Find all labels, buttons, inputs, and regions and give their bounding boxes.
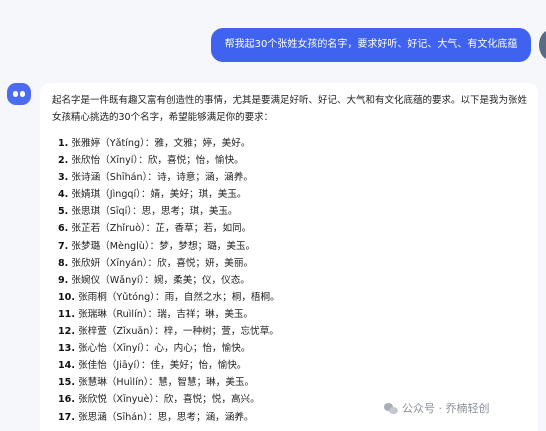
name-list-item: 8. 张欣妍（Xīnyán）：欣，喜悦；妍，美丽。 xyxy=(58,255,280,272)
name-list-number: 16. xyxy=(58,394,75,406)
name-list-number: 8. xyxy=(58,257,69,269)
name-list-number: 6. xyxy=(58,223,69,235)
user-avatar[interactable] xyxy=(539,30,546,60)
name-list-number: 1. xyxy=(58,138,69,149)
name-list-number: 14. xyxy=(58,360,75,372)
name-list-item: 3. 张诗涵（Shīhán）：诗，诗意；涵，涵养。 xyxy=(58,169,280,186)
name-list-item: 6. 张芷若（Zhǐruò）：芷，香草；若，如同。 xyxy=(58,220,280,237)
name-list-number: 9. xyxy=(58,274,69,286)
name-list-text: 张欣悦（Xīnyuè）：欣，喜悦；悦，高兴。 xyxy=(78,394,260,406)
chat-page: 帮我起30个张姓女孩的名字，要求好听、好记、大气、有文化底蕴 起名字是一件既有趣… xyxy=(0,0,546,431)
name-list-number: 17. xyxy=(58,411,75,423)
bot-eye-left xyxy=(13,91,18,97)
name-list-item: 11. 张瑞琳（Ruìlín）：瑞，吉祥；琳，美玉。 xyxy=(58,306,280,323)
watermark: 公众号 · 乔楠轻创 xyxy=(384,400,490,418)
name-list-item: 15. 张慧琳（Huìlín）：慧，智慧；琳，美玉。 xyxy=(58,374,280,391)
name-list-text: 张芷若（Zhǐruò）：芷，香草；若，如同。 xyxy=(71,223,252,235)
name-list-text: 张婉仪（Wǎnyí）：婉，柔美；仪，仪态。 xyxy=(71,274,250,286)
name-list-text: 张慧琳（Huìlín）：慧，智慧；琳，美玉。 xyxy=(78,377,255,389)
name-list-item: 4. 张婧琪（Jìngqí）：婧，美好；琪，美玉。 xyxy=(58,186,280,203)
name-list-item: 13. 张心怡（Xīnyí）：心，内心；怡，愉快。 xyxy=(58,340,280,357)
name-list-number: 3. xyxy=(58,172,69,184)
watermark-text: 公众号 · 乔楠轻创 xyxy=(402,402,490,415)
name-list-text: 张梓萱（Zǐxuān）：梓，一种树；萱，忘忧草。 xyxy=(78,326,279,338)
name-list-text: 张欣妍（Xīnyán）：欣，喜悦；妍，美丽。 xyxy=(71,257,254,269)
name-list-item: 5. 张思琪（Sīqí）：思，思考；琪，美玉。 xyxy=(58,203,280,220)
name-list-item: 9. 张婉仪（Wǎnyí）：婉，柔美；仪，仪态。 xyxy=(58,272,280,289)
name-list-number: 4. xyxy=(58,189,69,201)
name-list: 1. 张雅婷（Yǎtíng）：雅，文雅；婷，美好。 2. 张欣怡（Xīnyí）：欣… xyxy=(58,135,280,426)
name-list-number: 12. xyxy=(58,326,75,338)
name-list-text: 张佳怡（Jiāyí）：佳，美好；怡，愉快。 xyxy=(78,360,247,372)
name-list-item: 16. 张欣悦（Xīnyuè）：欣，喜悦；悦，高兴。 xyxy=(58,391,280,408)
name-list-item: 12. 张梓萱（Zǐxuān）：梓，一种树；萱，忘忧草。 xyxy=(58,323,280,340)
name-list-number: 15. xyxy=(58,377,75,389)
name-list-text: 张梦璐（Mènglù）：梦，梦想；璐，美玉。 xyxy=(71,240,256,252)
bot-avatar-icon xyxy=(7,83,31,105)
name-list-text: 张雨桐（Yǔtóng）：雨，自然之水；桐，梧桐。 xyxy=(78,291,280,303)
name-list-text: 张瑞琳（Ruìlín）：瑞，吉祥；琳，美玉。 xyxy=(78,308,254,320)
name-list-text: 张思涵（Sīhán）：思，思考；涵，涵养。 xyxy=(78,411,254,423)
name-list-number: 2. xyxy=(58,155,69,167)
name-list-number: 11. xyxy=(58,308,75,320)
name-list-item: 14. 张佳怡（Jiāyí）：佳，美好；怡，愉快。 xyxy=(58,357,280,374)
name-list-text: 张欣怡（Xīnyí）：欣，喜悦；怡，愉快。 xyxy=(71,155,244,167)
name-list-number: 7. xyxy=(58,240,69,252)
name-list-item: 2. 张欣怡（Xīnyí）：欣，喜悦；怡，愉快。 xyxy=(58,152,280,169)
name-list-number: 10. xyxy=(58,291,75,303)
wechat-icon xyxy=(384,403,398,415)
bot-intro-text: 起名字是一件既有趣又富有创造性的事情，尤其是要满足好听、好记、大气和有文化底蕴的… xyxy=(52,95,528,123)
name-list-text: 张雅婷（Yǎtíng）：雅，文雅；婷，美好。 xyxy=(71,138,251,149)
name-list-number: 13. xyxy=(58,343,75,355)
name-list-text: 张心怡（Xīnyí）：心，内心；怡，愉快。 xyxy=(78,343,251,355)
name-list-item: 1. 张雅婷（Yǎtíng）：雅，文雅；婷，美好。 xyxy=(58,135,280,152)
bot-response-card: 起名字是一件既有趣又富有创造性的事情，尤其是要满足好听、好记、大气和有文化底蕴的… xyxy=(40,83,538,431)
user-message-bubble: 帮我起30个张姓女孩的名字，要求好听、好记、大气、有文化底蕴 xyxy=(211,28,531,62)
name-list-text: 张思琪（Sīqí）：思，思考；琪，美玉。 xyxy=(71,206,238,218)
name-list-number: 5. xyxy=(58,206,69,218)
name-list-item: 10. 张雨桐（Yǔtóng）：雨，自然之水；桐，梧桐。 xyxy=(58,289,280,306)
bot-eye-right xyxy=(20,91,25,97)
name-list-text: 张诗涵（Shīhán）：诗，诗意；涵，涵养。 xyxy=(71,172,253,184)
name-list-item: 17. 张思涵（Sīhán）：思，思考；涵，涵养。 xyxy=(58,409,280,426)
name-list-item: 7. 张梦璐（Mènglù）：梦，梦想；璐，美玉。 xyxy=(58,238,280,255)
name-list-text: 张婧琪（Jìngqí）：婧，美好；琪，美玉。 xyxy=(71,189,247,201)
